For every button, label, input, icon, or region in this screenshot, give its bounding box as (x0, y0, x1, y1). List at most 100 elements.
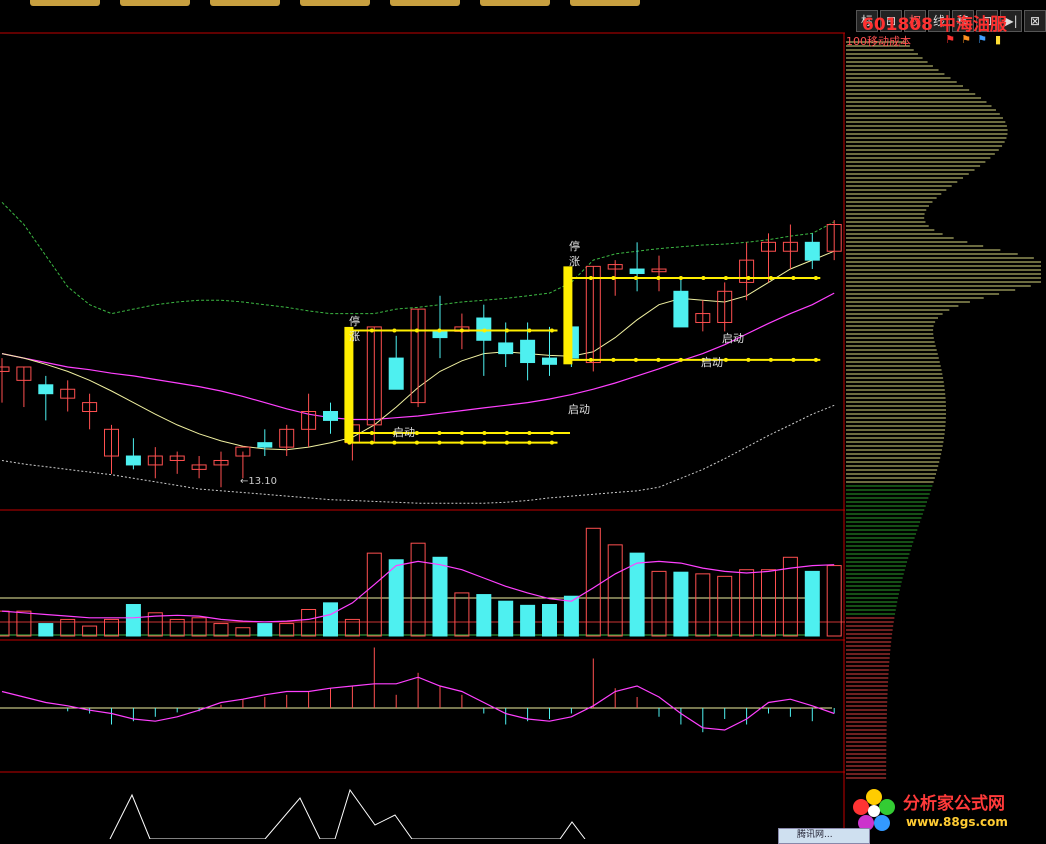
watermark: 分析家公式网 www.88gs.com (848, 785, 1043, 835)
signal-dot (504, 440, 509, 445)
stock-title: 601808 中海油服 (862, 10, 1007, 35)
candle-body (520, 339, 536, 364)
signal-dot (347, 431, 352, 435)
signal-dot (723, 357, 728, 362)
signal-dot (633, 275, 638, 280)
candle-body (38, 384, 54, 395)
signal-dot (414, 440, 419, 445)
volume-bar (761, 569, 776, 637)
signal-dot (482, 328, 487, 333)
volume-bar (191, 617, 207, 637)
signal-dot (549, 328, 554, 333)
limit-up-label: 停 (569, 239, 580, 253)
signal-dot (437, 440, 442, 445)
volume-bar (432, 556, 448, 637)
limit-up-label: 停 (349, 314, 360, 328)
signal-dot (437, 431, 442, 435)
volume-bar (542, 604, 557, 637)
signal-dot (701, 275, 706, 280)
signal-dot (656, 275, 661, 280)
volume-bar (585, 527, 601, 637)
candle-body (257, 442, 273, 448)
signal-dot (459, 440, 464, 445)
candle-body (673, 290, 689, 328)
volume-bar (213, 623, 229, 637)
signal-dot (369, 440, 374, 445)
signal-dot (791, 275, 796, 280)
taskbar-tip[interactable]: 腾讯网... (778, 828, 870, 844)
chart-canvas: ←13.10停涨停涨启动启动启动启动 (0, 32, 1041, 839)
signal-dot (768, 357, 773, 362)
lower-band-line (1, 404, 835, 504)
volume-bar (366, 552, 382, 637)
volume-bar (498, 600, 514, 637)
signal-dot (482, 440, 487, 445)
volume-bar (695, 573, 711, 637)
volume-bar (454, 592, 470, 637)
signal-dot (527, 328, 532, 333)
volume-bar (0, 610, 10, 637)
signal-dot (392, 328, 397, 333)
watermark-brand: 分析家公式网 (903, 794, 1005, 814)
volume-bar (804, 570, 820, 637)
signal-dot (459, 431, 464, 435)
bottom-indicator-line (109, 788, 586, 839)
limit-up-bar (344, 326, 354, 443)
signal-dot (504, 431, 509, 435)
candle-body (0, 366, 10, 372)
volume-bar (16, 610, 32, 637)
candle-body (542, 357, 557, 365)
signal-dot (813, 357, 818, 362)
volume-bar (257, 623, 273, 637)
signal-dot (768, 275, 773, 280)
flower-logo-icon (853, 789, 895, 831)
signal-dot (813, 275, 818, 280)
limit-up-label: 涨 (569, 255, 580, 268)
signal-dot (459, 328, 464, 333)
signal-dot (746, 275, 751, 280)
start-label: 启动 (701, 356, 723, 369)
low-price-label: ←13.10 (240, 476, 277, 487)
signal-dot (566, 275, 571, 280)
signal-dot (369, 431, 374, 435)
signal-dot (392, 440, 397, 445)
volume-bar (520, 604, 536, 637)
signal-dot (482, 431, 487, 435)
signal-dot (746, 357, 751, 362)
orange-flag-icon[interactable]: ⚑ (960, 34, 972, 46)
volume-bar (739, 569, 755, 637)
volume-bar (38, 623, 54, 637)
stock-name: 中海油服 (938, 15, 1007, 35)
red-flag-icon[interactable]: ⚑ (944, 34, 956, 46)
volume-bar (279, 623, 295, 637)
signal-dot (791, 357, 796, 362)
signal-dot (549, 431, 554, 435)
signal-dot (504, 328, 509, 333)
signal-dot (369, 328, 374, 333)
candle-body (804, 241, 820, 261)
signal-dot (527, 431, 532, 435)
signal-dot (611, 275, 616, 280)
volume-bar (125, 604, 141, 637)
signal-dot (588, 275, 593, 280)
volume-bar (651, 570, 667, 637)
signal-dot (414, 431, 419, 435)
volume-bar (563, 595, 579, 637)
candle-body (498, 342, 514, 355)
yellow-doc-icon[interactable]: ▮ (992, 34, 1004, 46)
close-button[interactable]: ⊠ (1024, 10, 1046, 32)
volume-bar (388, 559, 404, 637)
cost-distribution-label: 100移动成本 (846, 35, 911, 48)
candle-body (629, 268, 645, 274)
volume-bar (323, 602, 338, 637)
volume-bar (301, 608, 317, 637)
signal-dot (678, 357, 683, 362)
signal-dot (549, 440, 554, 445)
volume-bar (673, 571, 689, 637)
signal-dot (611, 357, 616, 362)
signal-dot (566, 357, 571, 362)
blue-flag-icon[interactable]: ⚑ (976, 34, 988, 46)
volume-bar (717, 575, 733, 637)
signal-dot (414, 328, 419, 333)
start-label: 启动 (568, 403, 590, 416)
